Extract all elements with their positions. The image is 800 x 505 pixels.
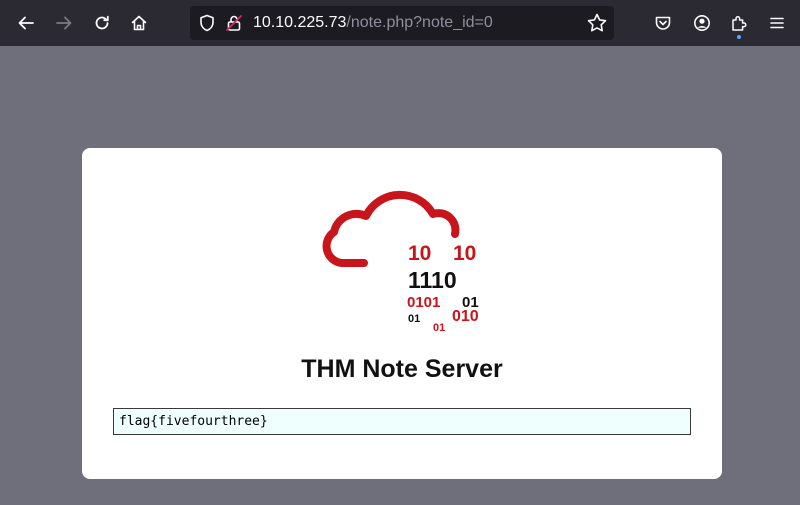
binary-text-3: 1110 — [408, 267, 457, 293]
puzzle-piece-icon — [732, 15, 747, 31]
url-host: 10.10.225.73 — [253, 14, 347, 31]
back-button[interactable] — [10, 7, 42, 39]
reload-button[interactable] — [86, 7, 118, 39]
binary-text-8: 01 — [433, 322, 445, 334]
home-button[interactable] — [123, 7, 155, 39]
hamburger-menu-icon — [770, 17, 784, 29]
insecure-lock-icon[interactable] — [225, 14, 243, 32]
binary-text-6: 01 — [408, 313, 420, 325]
page-title: THM Note Server — [301, 355, 503, 383]
address-bar[interactable]: 10.10.225.73/note.php?note_id=0 — [190, 6, 614, 40]
url-text[interactable]: 10.10.225.73/note.php?note_id=0 — [253, 13, 493, 33]
binary-text-7: 010 — [452, 308, 479, 325]
pocket-button[interactable] — [647, 7, 679, 39]
forward-button[interactable] — [48, 7, 80, 39]
browser-toolbar: 10.10.225.73/note.php?note_id=0 — [0, 0, 800, 46]
reload-icon — [95, 15, 109, 30]
account-button[interactable] — [686, 7, 718, 39]
note-card: 10 10 1110 0101 01 01 010 01 THM Note Se… — [82, 148, 722, 479]
menu-button[interactable] — [761, 7, 793, 39]
binary-text-1: 10 — [408, 242, 431, 265]
tracking-protection-shield-icon[interactable] — [198, 14, 216, 32]
home-icon — [131, 15, 147, 31]
note-field[interactable] — [113, 408, 691, 435]
arrow-left-icon — [18, 16, 34, 30]
arrow-right-icon — [56, 16, 72, 30]
account-icon — [694, 15, 710, 31]
extension-notification-dot — [737, 35, 741, 39]
star-icon[interactable] — [586, 12, 608, 34]
binary-text-4: 0101 — [407, 294, 440, 311]
binary-text-2: 10 — [453, 242, 476, 265]
cloud-binary-logo: 10 10 1110 0101 01 01 010 01 — [322, 190, 479, 334]
url-path: /note.php?note_id=0 — [346, 14, 493, 31]
pocket-icon — [655, 16, 671, 30]
